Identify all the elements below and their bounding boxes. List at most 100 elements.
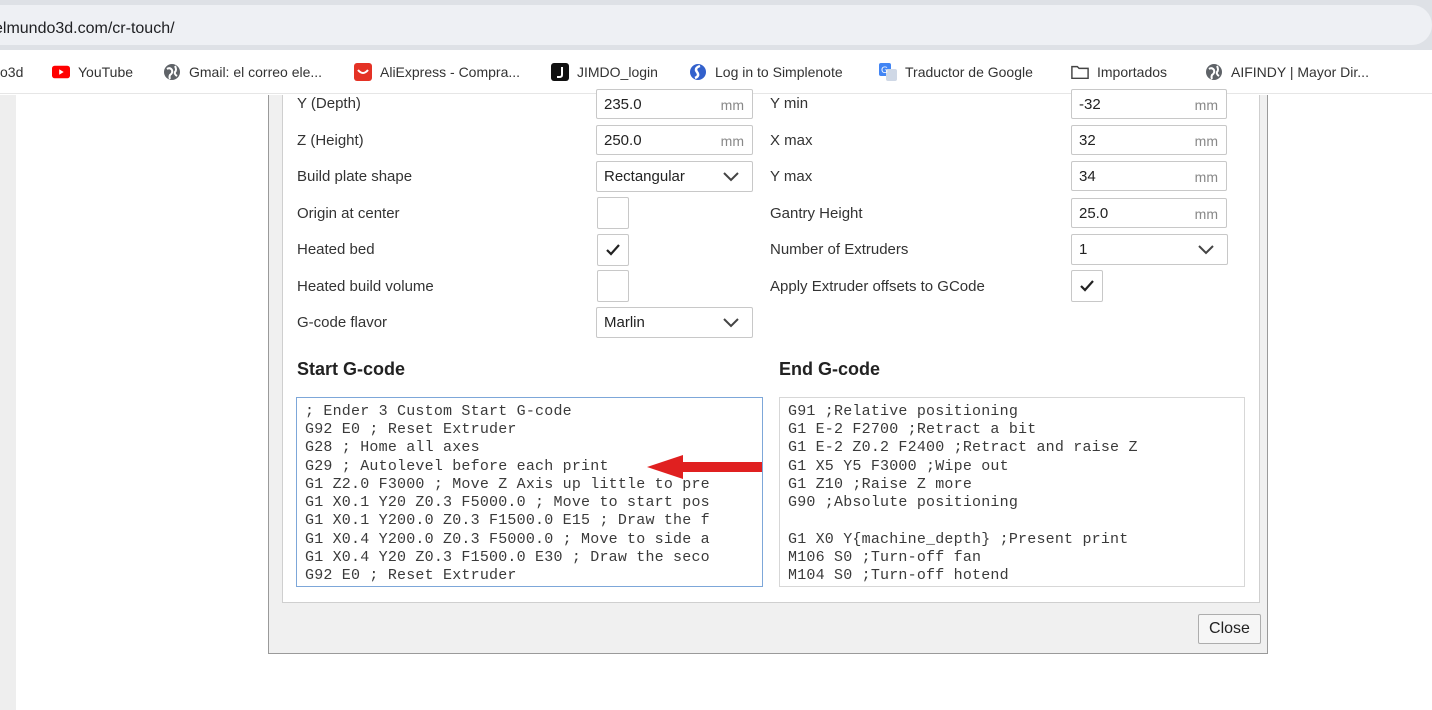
bookmark-gmail[interactable]: Gmail: el correo ele... <box>163 62 322 82</box>
code-line: G1 X0.1 Y20 Z0.3 F5000.0 ; Move to start… <box>305 494 710 511</box>
svg-text:G: G <box>881 66 888 76</box>
code-line: M104 S0 ;Turn-off hotend <box>788 567 1009 584</box>
number-of-extruders-select[interactable]: 1 <box>1071 234 1228 265</box>
build-plate-shape-select[interactable]: Rectangular <box>596 161 753 192</box>
page-scroll-edge <box>0 95 16 710</box>
code-line: ; Ender 3 Custom Start G-code <box>305 403 572 420</box>
field-value: -32 <box>1079 96 1101 113</box>
url-text[interactable]: elmundo3d.com/cr-touch/ <box>0 20 175 38</box>
code-line: G90 ;Absolute positioning <box>788 494 1019 511</box>
chevron-down-icon <box>723 172 739 182</box>
field-value: 250.0 <box>604 132 642 149</box>
bookmark-translate[interactable]: G Traductor de Google <box>879 62 1033 82</box>
aliexpress-icon <box>354 63 372 81</box>
y-min-label: Y min <box>770 95 809 112</box>
globe-icon <box>1205 63 1223 81</box>
youtube-icon <box>52 63 70 81</box>
field-value: 1 <box>1079 241 1088 258</box>
field-unit: mm <box>1194 206 1218 222</box>
origin-at-center-checkbox[interactable] <box>597 197 629 229</box>
code-line: M106 S0 ;Turn-off fan <box>788 549 982 566</box>
code-line: G28 ; Home all axes <box>305 439 480 456</box>
apply-extruder-offsets-label: Apply Extruder offsets to GCode <box>770 278 985 295</box>
google-translate-icon: G <box>879 63 897 81</box>
y-max-label: Y max <box>770 168 813 185</box>
bookmark-label: o3d <box>0 64 24 80</box>
heated-build-volume-label: Heated build volume <box>297 278 434 295</box>
field-unit: mm <box>720 97 744 113</box>
field-unit: mm <box>720 133 744 149</box>
chevron-down-icon <box>1198 245 1214 255</box>
gcode-flavor-label: G-code flavor <box>297 314 388 331</box>
bookmark-aliexpress[interactable]: AliExpress - Compra... <box>354 62 520 82</box>
gantry-height-label: Gantry Height <box>770 205 863 222</box>
bookmark-label: Gmail: el correo ele... <box>189 64 323 80</box>
code-line: G1 X0.4 Y20 Z0.3 F1500.0 E30 ; Draw the … <box>305 549 710 566</box>
gantry-height-input[interactable]: 25.0 mm <box>1071 198 1227 228</box>
close-button[interactable]: Close <box>1198 614 1261 644</box>
code-line: G1 X0.1 Y200.0 Z0.3 F1500.0 E15 ; Draw t… <box>305 512 710 529</box>
end-gcode-heading: End G-code <box>779 359 881 379</box>
field-value: 34 <box>1079 168 1096 185</box>
end-gcode-editor[interactable]: G91 ;Relative positioning G1 E-2 F2700 ;… <box>779 397 1245 587</box>
y-max-input[interactable]: 34 mm <box>1071 161 1227 191</box>
z-height-label: Z (Height) <box>297 132 364 149</box>
code-line: G1 X0 Y{machine_depth} ;Present print <box>788 531 1129 548</box>
machine-settings-dialog: Y (Depth) Z (Height) Build plate shape O… <box>268 89 1268 654</box>
printer-settings-panel: Y (Depth) Z (Height) Build plate shape O… <box>282 89 1260 603</box>
field-value: 32 <box>1079 132 1096 149</box>
number-of-extruders-label: Number of Extruders <box>770 241 909 258</box>
code-line: G92 E0 ; Reset Extruder <box>305 567 517 584</box>
chevron-down-icon <box>723 318 739 328</box>
code-line: G1 E-2 F2700 ;Retract a bit <box>788 421 1037 438</box>
field-value: 25.0 <box>1079 205 1109 222</box>
bookmark-label: JIMDO_login <box>577 64 658 80</box>
code-line: G1 E-2 Z0.2 F2400 ;Retract and raise Z <box>788 439 1138 456</box>
heated-build-volume-checkbox[interactable] <box>597 270 629 302</box>
field-unit: mm <box>1194 133 1218 149</box>
bookmark-label: Importados <box>1097 64 1168 80</box>
code-line: G92 E0 ; Reset Extruder <box>305 421 517 438</box>
bookmark-jimdo[interactable]: JIMDO_login <box>551 62 658 82</box>
gcode-flavor-select[interactable]: Marlin <box>596 307 753 338</box>
jimdo-icon <box>551 63 569 81</box>
globe-icon <box>163 63 181 81</box>
code-line: G1 Z10 ;Raise Z more <box>788 476 973 493</box>
x-max-label: X max <box>770 132 813 149</box>
field-value: Marlin <box>604 314 645 331</box>
code-line: G91 ;Relative positioning <box>788 403 1019 420</box>
z-height-input[interactable]: 250.0 mm <box>596 125 753 155</box>
checkmark-icon <box>606 244 620 256</box>
simplenote-icon <box>689 63 707 81</box>
apply-extruder-offsets-checkbox[interactable] <box>1071 270 1103 302</box>
origin-at-center-label: Origin at center <box>297 205 400 222</box>
bookmark-label: Log in to Simplenote <box>715 64 843 80</box>
field-unit: mm <box>1194 97 1218 113</box>
field-value: 235.0 <box>604 96 642 113</box>
checkmark-icon <box>1080 280 1094 292</box>
bookmark-o3d[interactable]: o3d <box>0 62 23 82</box>
bookmark-label: YouTube <box>78 64 134 80</box>
red-arrow-annotation <box>647 455 762 479</box>
y-depth-label: Y (Depth) <box>297 95 361 112</box>
address-bar[interactable]: elmundo3d.com/cr-touch/ <box>0 5 1432 45</box>
heated-bed-checkbox[interactable] <box>597 234 629 266</box>
code-line: G29 ; Autolevel before each print <box>305 458 609 475</box>
bookmark-aifindy[interactable]: AIFINDY | Mayor Dir... <box>1205 62 1369 82</box>
start-gcode-heading: Start G-code <box>297 359 406 379</box>
y-min-input[interactable]: -32 mm <box>1071 89 1227 119</box>
code-line: G1 X0.4 Y200.0 Z0.3 F5000.0 ; Move to si… <box>305 531 710 548</box>
bookmark-label: AIFINDY | Mayor Dir... <box>1231 64 1369 80</box>
build-plate-shape-label: Build plate shape <box>297 168 413 185</box>
folder-icon <box>1071 63 1089 81</box>
bookmarks-bar: o3d YouTube Gmail: el correo ele... AliE… <box>0 50 1432 94</box>
field-value: Rectangular <box>604 168 685 185</box>
code-line: G1 X5 Y5 F3000 ;Wipe out <box>788 458 1009 475</box>
bookmark-youtube[interactable]: YouTube <box>52 62 133 82</box>
y-depth-input[interactable]: 235.0 mm <box>596 89 753 119</box>
bookmark-simplenote[interactable]: Log in to Simplenote <box>689 62 843 82</box>
bookmark-importados[interactable]: Importados <box>1071 62 1167 82</box>
x-max-input[interactable]: 32 mm <box>1071 125 1227 155</box>
start-gcode-editor[interactable]: ; Ender 3 Custom Start G-code G92 E0 ; R… <box>296 397 763 587</box>
field-unit: mm <box>1194 169 1218 185</box>
